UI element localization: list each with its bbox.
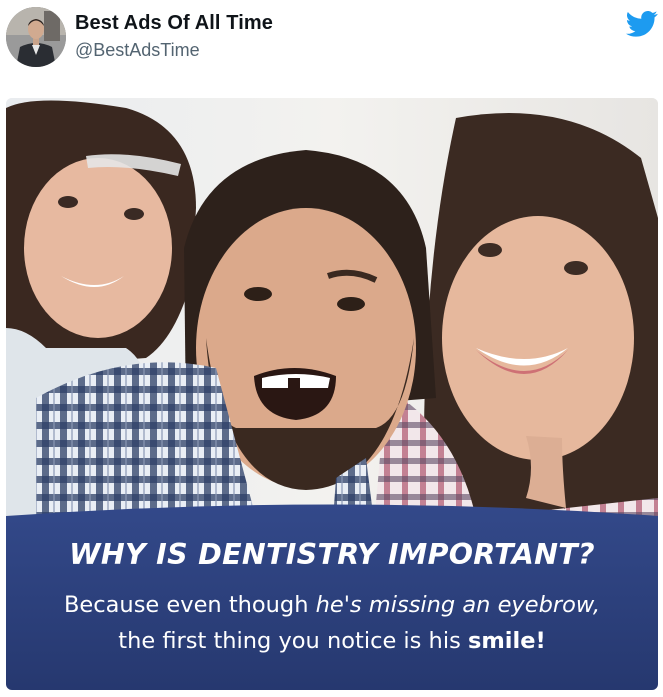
author-handle[interactable]: @BestAdsTime	[75, 40, 200, 61]
ad-body-line-2-text: the first thing you notice is his	[118, 628, 468, 654]
author-name[interactable]: Best Ads Of All Time	[75, 12, 273, 35]
ad-headline: WHY IS DENTISTRY IMPORTANT?	[69, 538, 595, 571]
ad-body-line-1: Because even though he's missing an eyeb…	[6, 587, 658, 623]
ad-body-line-1-text: Because even though	[64, 592, 316, 618]
avatar[interactable]	[6, 7, 66, 67]
ad-body-line-2-bold: smile!	[467, 628, 546, 654]
ad-body: Because even though he's missing an eyeb…	[6, 587, 658, 659]
tweet-header: Best Ads Of All Time @BestAdsTime	[0, 0, 663, 90]
twitter-bird-icon[interactable]	[626, 10, 658, 38]
ad-body-line-2: the first thing you notice is his smile!	[6, 623, 658, 659]
ad-body-line-1-italic: he's missing an eyebrow,	[315, 592, 600, 618]
ad-image[interactable]: WHY IS DENTISTRY IMPORTANT? Because even…	[6, 98, 658, 690]
man-in-suit-avatar-icon	[6, 7, 66, 67]
